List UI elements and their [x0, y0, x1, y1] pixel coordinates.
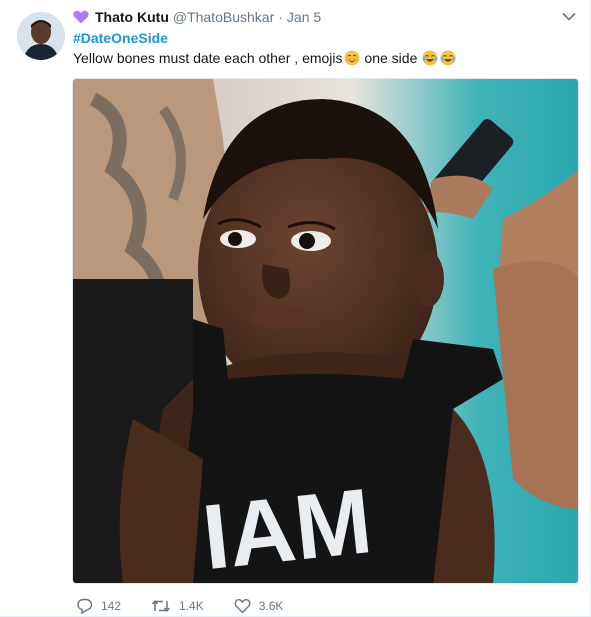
chevron-down-icon[interactable]: [562, 12, 576, 22]
tears-of-joy-icon: [440, 50, 456, 66]
timestamp[interactable]: Jan 5: [287, 9, 321, 25]
tweet-text-part2: one side: [360, 50, 422, 66]
like-count: 3.6K: [258, 599, 284, 613]
reply-count: 142: [101, 599, 122, 613]
photo-image: IAM: [73, 79, 578, 584]
reply-icon: [77, 598, 93, 614]
like-button[interactable]: 3.6K: [234, 598, 284, 614]
separator-dot: ·: [278, 9, 283, 25]
retweet-button[interactable]: 1.4K: [151, 598, 204, 614]
purple-heart-icon: [73, 10, 89, 24]
tweet-header: Thato Kutu @ThatoBushkar · Jan 5: [73, 9, 321, 25]
avatar-image: [17, 12, 65, 60]
tweet-actions: 142 1.4K 3.6K: [76, 598, 313, 614]
hashtag-link[interactable]: #DateOneSide: [73, 30, 168, 46]
smiling-face-icon: [344, 50, 360, 66]
tweet-text: Yellow bones must date each other , emoj…: [73, 50, 457, 66]
tweet-card[interactable]: Thato Kutu @ThatoBushkar · Jan 5 #DateOn…: [0, 0, 591, 617]
retweet-icon: [151, 600, 171, 612]
heart-outline-icon: [234, 599, 251, 614]
author-name[interactable]: Thato Kutu: [95, 9, 169, 25]
author-handle[interactable]: @ThatoBushkar: [173, 9, 274, 25]
reply-button[interactable]: 142: [76, 598, 121, 614]
photo-shirt-text: IAM: [198, 470, 376, 584]
tweet-photo[interactable]: IAM: [72, 78, 579, 584]
retweet-count: 1.4K: [179, 599, 204, 613]
tears-of-joy-icon: [422, 50, 438, 66]
tweet-text-part1: Yellow bones must date each other , emoj…: [73, 50, 343, 66]
avatar[interactable]: [17, 12, 65, 60]
